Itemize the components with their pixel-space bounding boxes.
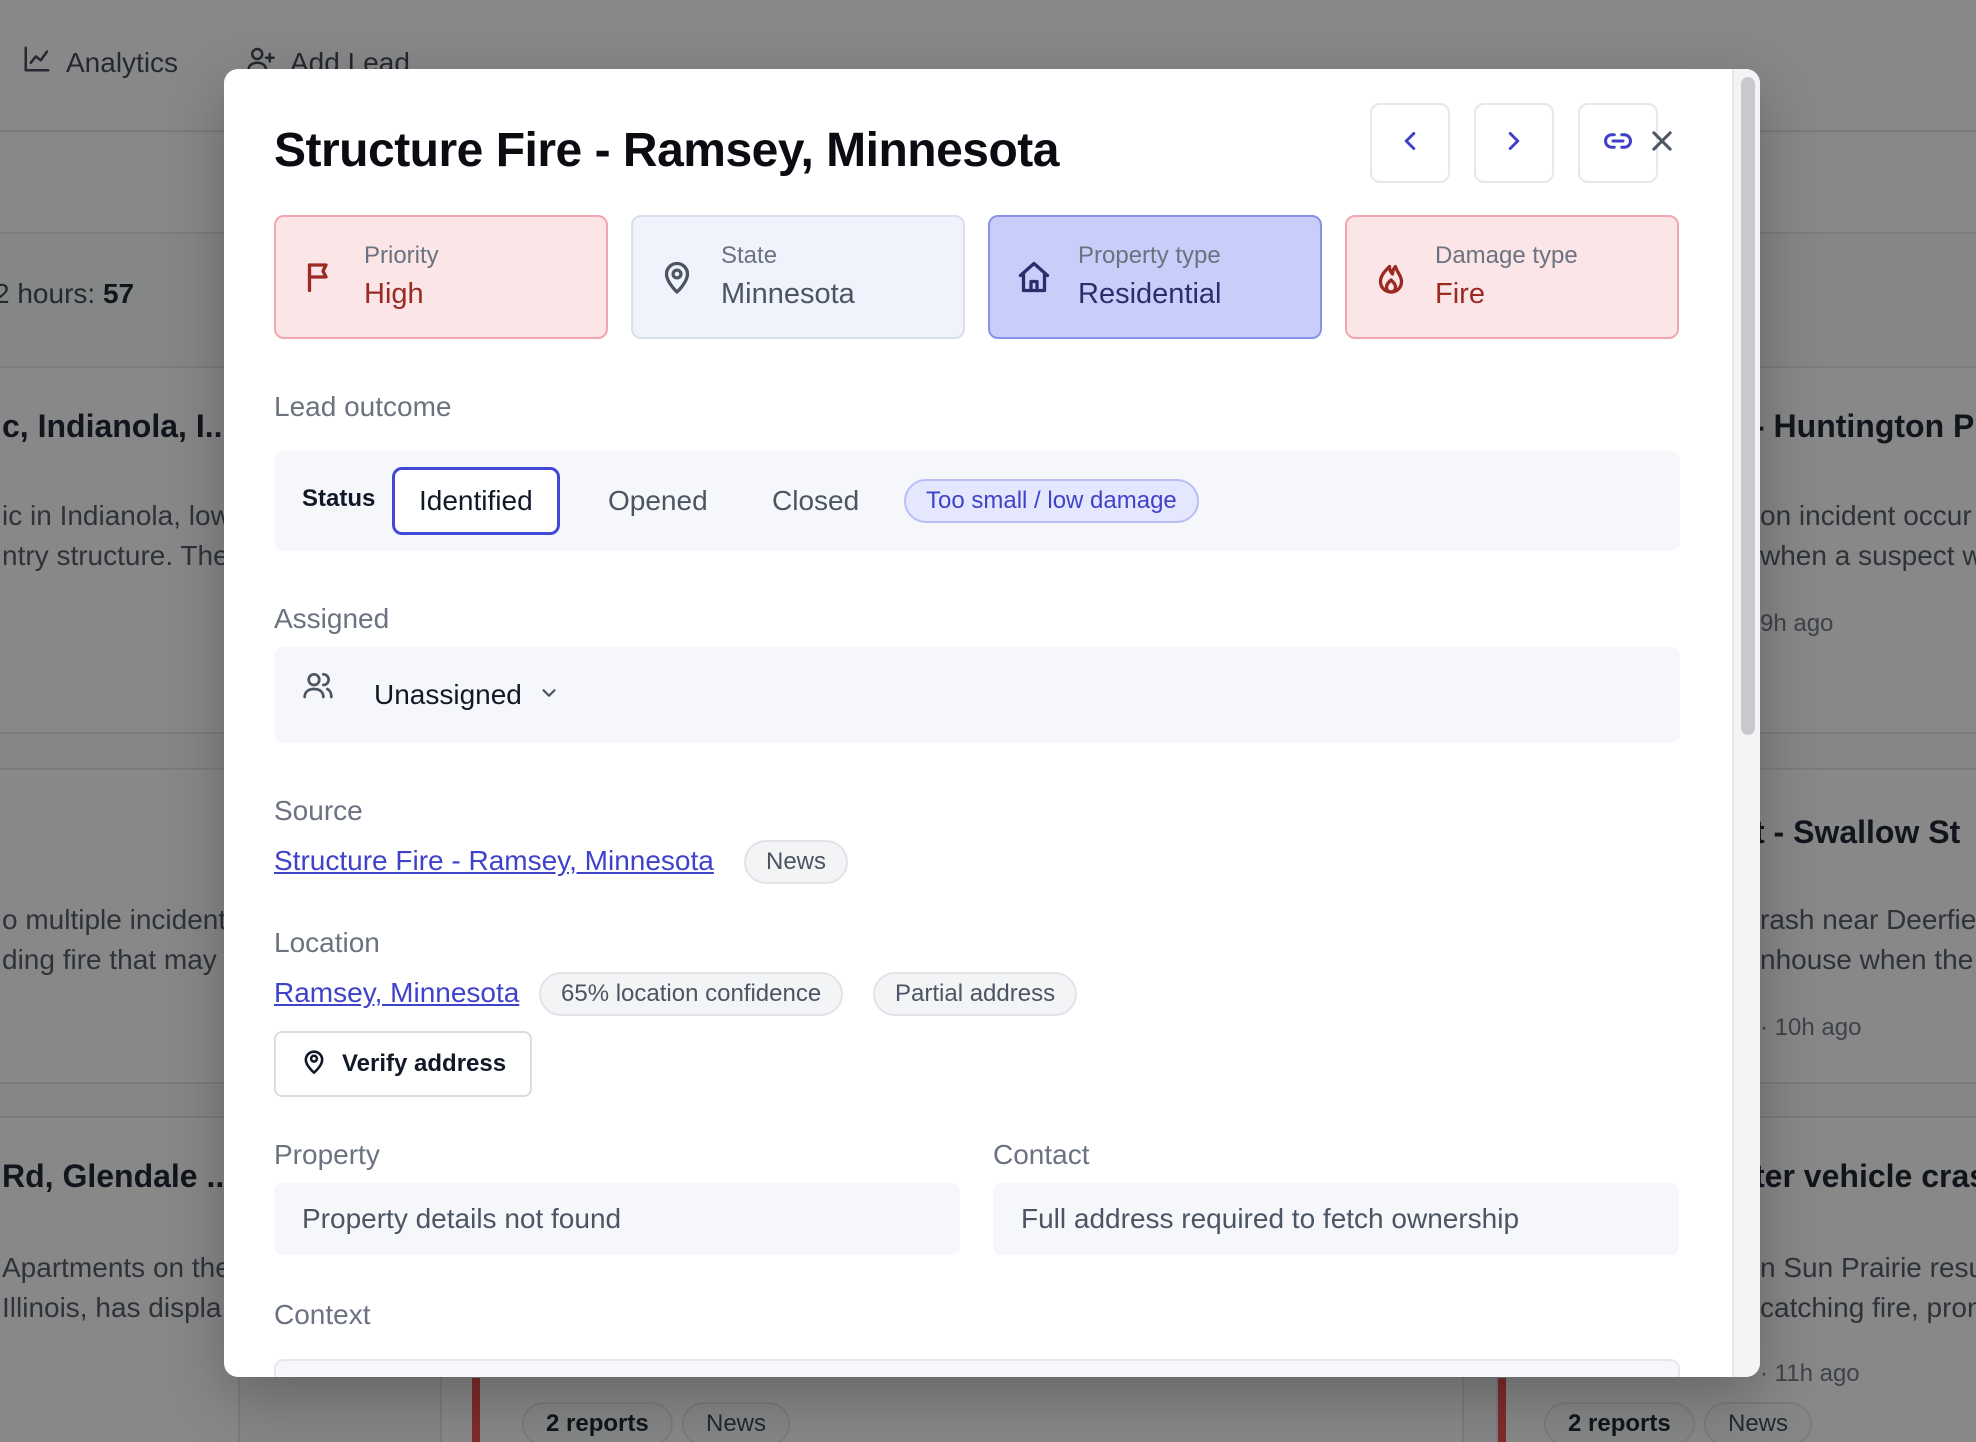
location-heading: Location	[274, 927, 380, 958]
chevron-left-icon	[1395, 126, 1425, 161]
damage-type-label: Damage type	[1435, 242, 1578, 269]
scrollbar-thumb[interactable]	[1741, 77, 1755, 735]
modal-title: Structure Fire - Ramsey, Minnesota	[274, 124, 1059, 177]
contact-heading: Contact	[993, 1139, 1090, 1170]
status-selector: Status Identified Opened Closed Too smal…	[274, 451, 1680, 551]
verify-address-button[interactable]: Verify address	[274, 1031, 532, 1097]
property-type-label: Property type	[1078, 242, 1221, 269]
modal-scrollbar[interactable]	[1732, 69, 1760, 1377]
assignee-dropdown[interactable]: Unassigned	[374, 671, 560, 719]
status-option-identified[interactable]: Identified	[392, 467, 560, 535]
flag-icon	[302, 259, 338, 295]
property-heading: Property	[274, 1139, 380, 1170]
chevron-down-icon	[522, 679, 560, 711]
partial-address-chip: Partial address	[873, 972, 1078, 1016]
property-type-value: Residential	[1078, 278, 1222, 310]
outcome-reason-tag[interactable]: Too small / low damage	[904, 479, 1199, 523]
previous-lead-button[interactable]	[1370, 103, 1450, 183]
flame-icon	[1373, 259, 1409, 295]
damage-type-card: Damage type Fire	[1345, 215, 1679, 339]
contact-details: Full address required to fetch ownership	[993, 1183, 1679, 1255]
state-label: State	[721, 242, 778, 269]
lead-detail-modal: Structure Fire - Ramsey, Minnesota Prior…	[224, 69, 1760, 1377]
priority-card: Priority High	[274, 215, 608, 339]
close-modal-button[interactable]	[1642, 123, 1682, 163]
state-card: State Minnesota	[631, 215, 965, 339]
users-icon	[302, 669, 334, 701]
status-label: Status	[302, 485, 376, 512]
property-type-card: Property type Residential	[988, 215, 1322, 339]
status-option-closed[interactable]: Closed	[772, 467, 859, 535]
user-pin-icon	[300, 1047, 342, 1082]
home-icon	[1016, 259, 1052, 295]
damage-type-value: Fire	[1435, 278, 1485, 310]
close-icon	[1648, 127, 1676, 160]
next-lead-button[interactable]	[1474, 103, 1554, 183]
chevron-right-icon	[1499, 126, 1529, 161]
priority-value: High	[364, 278, 424, 310]
assigned-heading: Assigned	[274, 603, 390, 634]
assignee-value: Unassigned	[374, 679, 522, 710]
status-option-opened[interactable]: Opened	[608, 467, 708, 535]
location-confidence-chip: 65% location confidence	[539, 972, 844, 1016]
lead-outcome-heading: Lead outcome	[274, 391, 452, 422]
assignee-field: Unassigned	[274, 647, 1680, 743]
source-heading: Source	[274, 795, 363, 826]
location-link[interactable]: Ramsey, Minnesota	[274, 977, 519, 1009]
source-link[interactable]: Structure Fire - Ramsey, Minnesota	[274, 845, 714, 877]
priority-label: Priority	[364, 242, 439, 269]
source-type-chip: News	[744, 840, 849, 884]
context-panel	[274, 1359, 1680, 1377]
context-heading: Context	[274, 1299, 371, 1330]
state-value: Minnesota	[721, 278, 855, 310]
property-details: Property details not found	[274, 1183, 960, 1255]
modal-content: Structure Fire - Ramsey, Minnesota Prior…	[274, 69, 1680, 1377]
verify-address-label: Verify address	[342, 1050, 507, 1077]
map-pin-icon	[659, 259, 695, 295]
link-icon	[1603, 126, 1633, 161]
